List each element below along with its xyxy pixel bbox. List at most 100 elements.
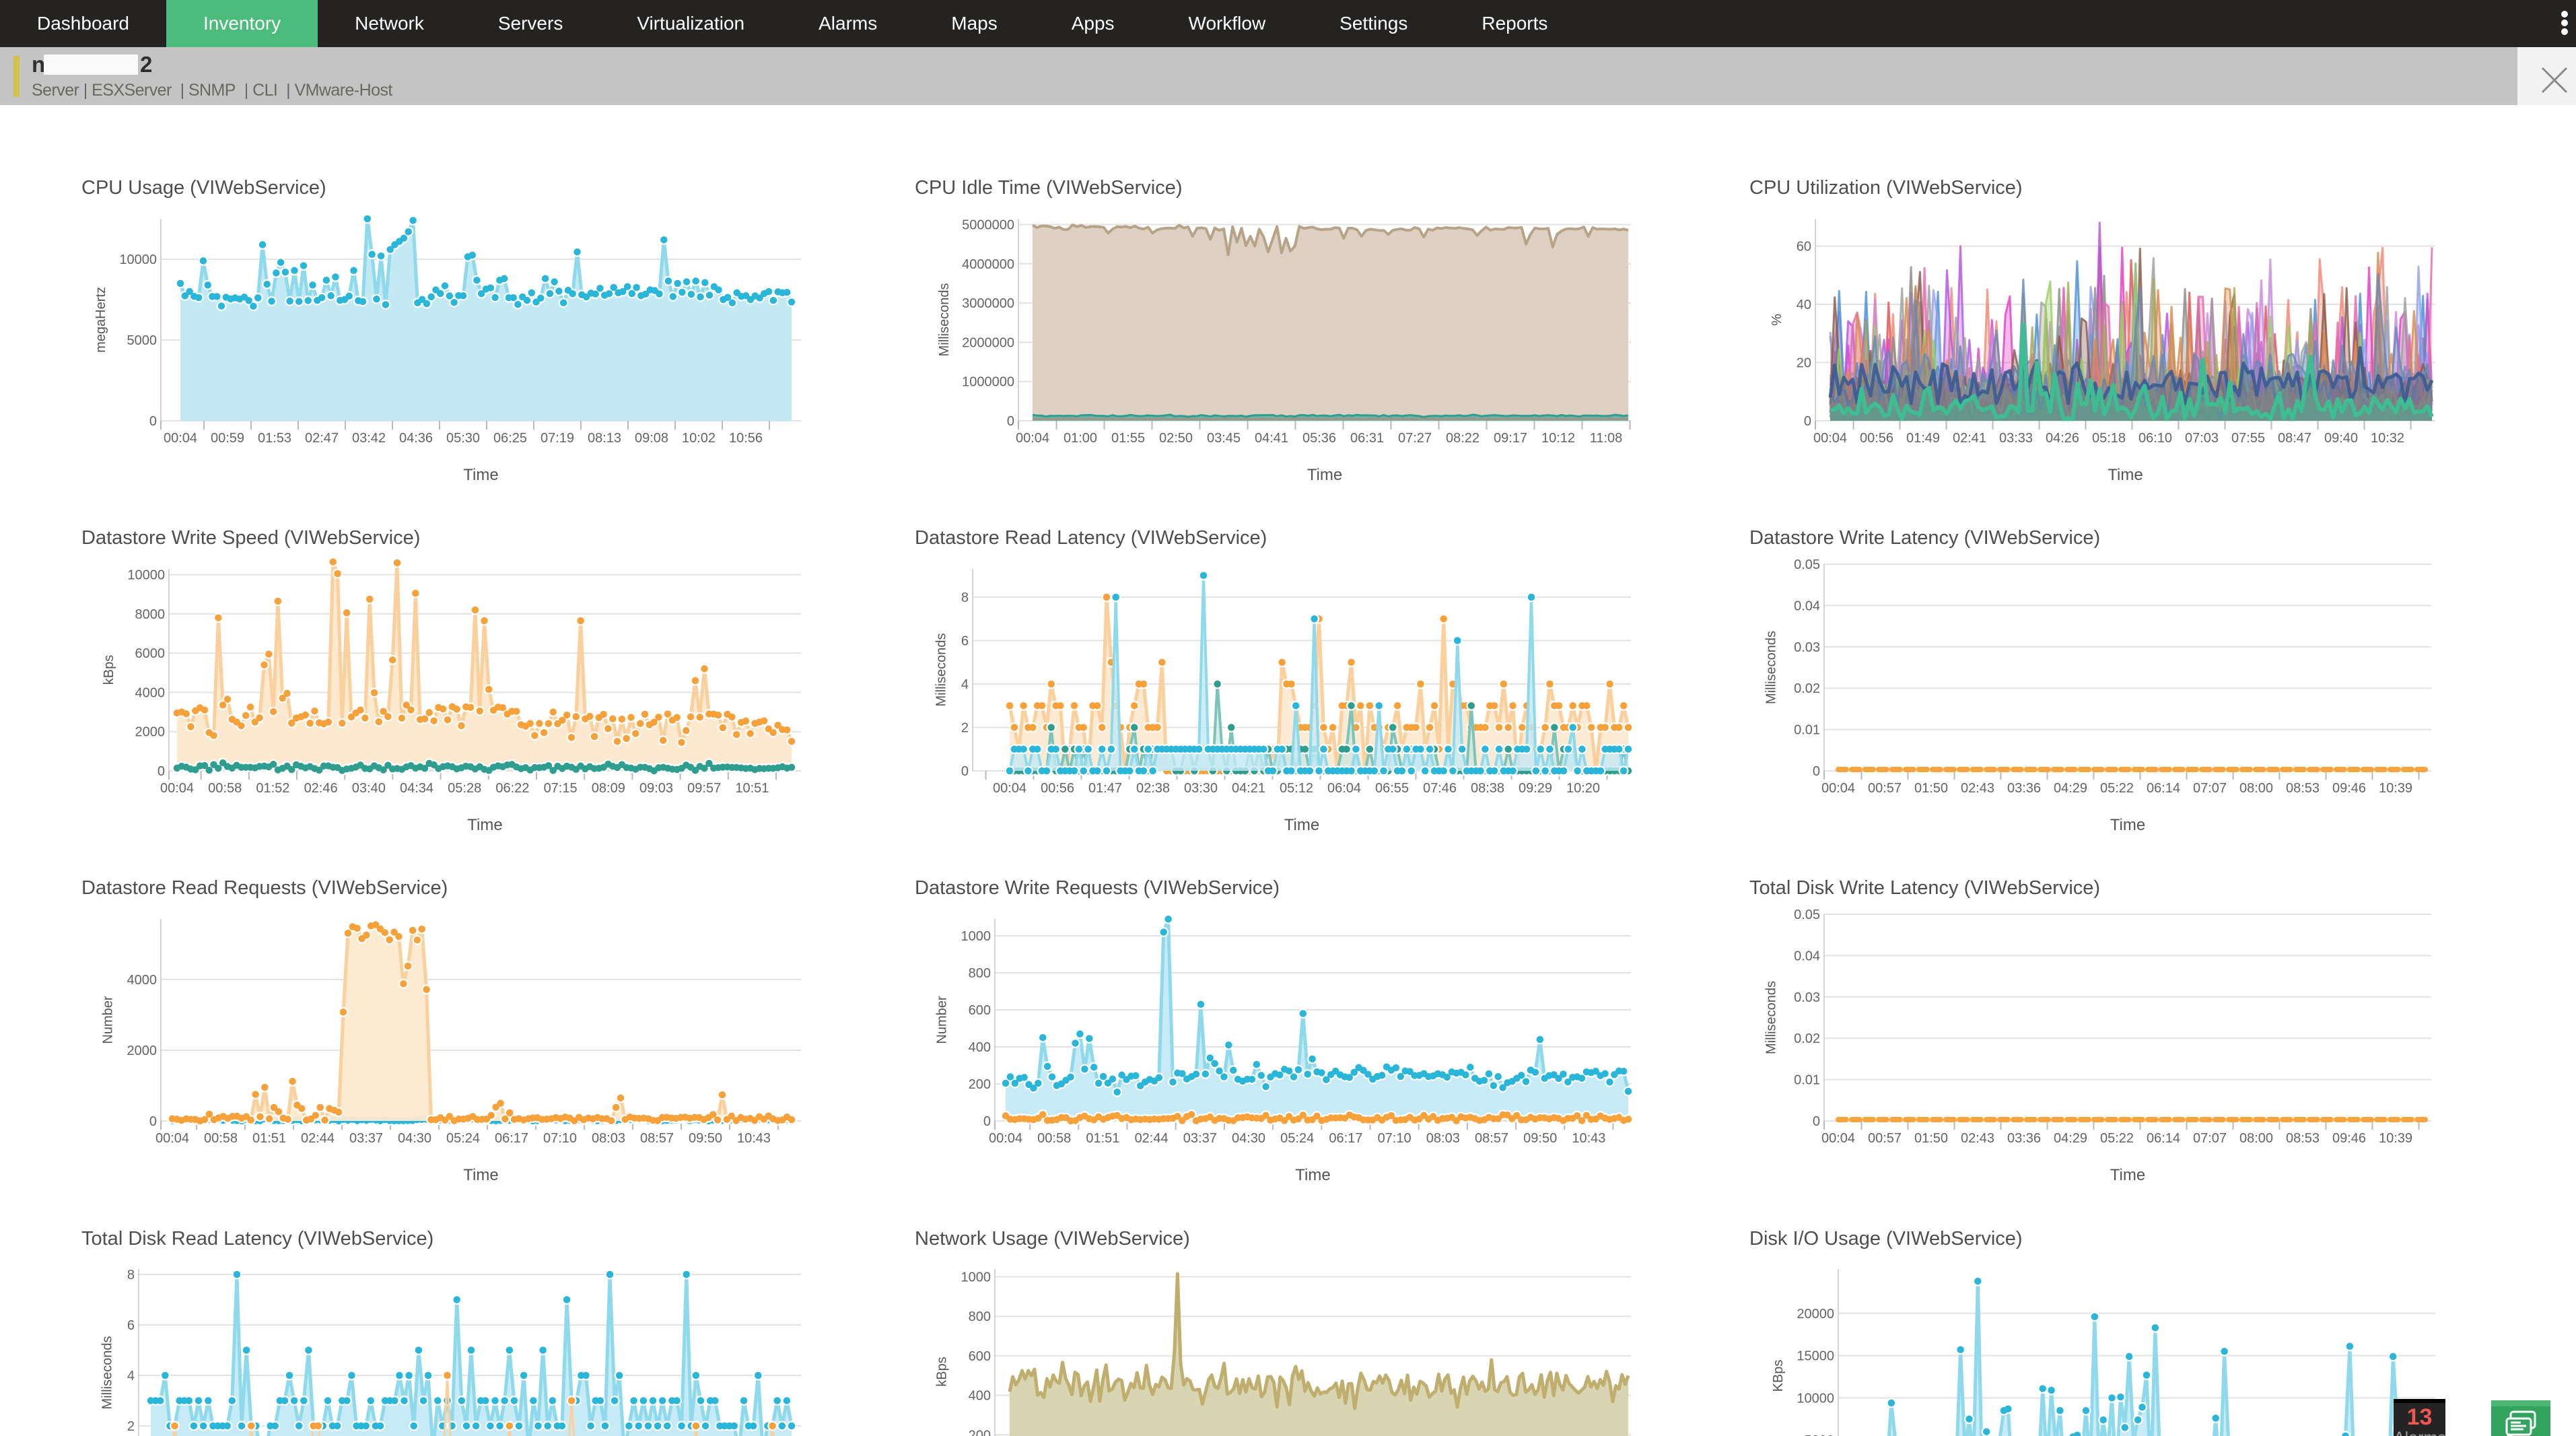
svg-text:05:12: 05:12 [1280,781,1313,796]
svg-text:00:57: 00:57 [1868,781,1902,796]
svg-text:05:30: 05:30 [446,431,480,446]
svg-text:KBps: KBps [1771,1360,1786,1392]
svg-text:Datastore Read Requests (VIWeb: Datastore Read Requests (VIWebService) [81,877,448,899]
svg-text:01:51: 01:51 [252,1131,286,1146]
svg-text:Number: Number [101,996,116,1044]
svg-text:1000: 1000 [961,929,991,944]
svg-text:02:38: 02:38 [1136,781,1170,796]
svg-text:0.05: 0.05 [1794,557,1820,572]
svg-text:Datastore Write Latency (VIWeb: Datastore Write Latency (VIWebService) [1749,527,2100,549]
svg-text:0: 0 [149,1114,157,1129]
svg-text:04:21: 04:21 [1232,781,1265,796]
svg-text:05:36: 05:36 [1302,431,1336,446]
svg-text:08:03: 08:03 [592,1131,625,1146]
svg-text:01:52: 01:52 [256,781,289,796]
svg-text:0: 0 [1813,764,1820,779]
svg-text:10000: 10000 [127,568,165,583]
svg-text:09:29: 09:29 [1519,781,1552,796]
svg-text:15000: 15000 [1797,1349,1834,1364]
svg-text:08:03: 08:03 [1426,1131,1460,1146]
svg-text:02:44: 02:44 [301,1131,335,1146]
svg-text:11:08: 11:08 [1590,431,1623,446]
svg-text:10:02: 10:02 [682,431,716,446]
svg-text:06:55: 06:55 [1375,781,1409,796]
svg-text:06:10: 06:10 [2138,431,2172,446]
svg-text:07:10: 07:10 [543,1131,577,1146]
svg-text:0: 0 [149,414,157,429]
svg-text:Time: Time [1295,1166,1330,1184]
svg-text:08:53: 08:53 [2286,781,2320,796]
svg-text:4000000: 4000000 [962,257,1014,272]
svg-text:Total Disk Write Latency (VIWe: Total Disk Write Latency (VIWebService) [1749,877,2100,899]
svg-text:Milliseconds: Milliseconds [934,634,948,707]
svg-text:6: 6 [127,1318,135,1333]
svg-text:200: 200 [969,1077,991,1092]
svg-text:06:14: 06:14 [2147,1131,2180,1146]
svg-text:40: 40 [1797,298,1811,312]
svg-text:01:50: 01:50 [1914,781,1948,796]
svg-text:00:59: 00:59 [211,431,244,446]
svg-text:2000: 2000 [127,1044,158,1058]
svg-text:09:40: 09:40 [2324,431,2358,446]
svg-text:4: 4 [127,1369,135,1383]
svg-text:20000: 20000 [1797,1307,1834,1322]
svg-text:10:12: 10:12 [1541,431,1575,446]
svg-text:09:50: 09:50 [689,1131,722,1146]
svg-text:09:08: 09:08 [635,431,668,446]
svg-text:06:25: 06:25 [493,431,527,446]
svg-text:08:53: 08:53 [2286,1131,2320,1146]
svg-text:07:46: 07:46 [1423,781,1457,796]
svg-text:03:37: 03:37 [349,1131,383,1146]
svg-text:2: 2 [127,1419,135,1434]
svg-text:0: 0 [983,1114,991,1129]
svg-text:09:17: 09:17 [1494,431,1527,446]
svg-text:10:43: 10:43 [737,1131,771,1146]
svg-text:06:14: 06:14 [2147,781,2180,796]
svg-text:09:57: 09:57 [687,781,721,796]
svg-text:00:04: 00:04 [164,431,197,446]
svg-text:03:36: 03:36 [2007,781,2041,796]
svg-text:01:50: 01:50 [1914,1131,1948,1146]
svg-text:04:34: 04:34 [400,781,433,796]
svg-text:0: 0 [158,764,165,779]
svg-text:06:17: 06:17 [495,1131,528,1146]
svg-text:04:29: 04:29 [2054,1131,2087,1146]
svg-text:4: 4 [961,677,969,692]
svg-text:4000: 4000 [127,973,158,988]
svg-text:08:09: 08:09 [592,781,625,796]
svg-text:%: % [1770,314,1784,326]
svg-text:2000: 2000 [135,725,166,740]
svg-text:Datastore Write Speed (VIWebSe: Datastore Write Speed (VIWebService) [81,527,420,549]
svg-text:07:15: 07:15 [544,781,578,796]
svg-text:00:57: 00:57 [1868,1131,1902,1146]
svg-text:00:04: 00:04 [993,781,1026,796]
svg-text:10:39: 10:39 [2379,1131,2412,1146]
svg-text:5000: 5000 [127,333,158,348]
svg-text:8: 8 [961,590,969,605]
svg-text:03:40: 03:40 [352,781,386,796]
svg-text:09:03: 09:03 [639,781,673,796]
svg-text:02:43: 02:43 [1961,781,1994,796]
svg-text:05:22: 05:22 [2100,781,2134,796]
svg-text:400: 400 [969,1389,991,1404]
svg-text:00:58: 00:58 [1037,1131,1071,1146]
svg-text:01:53: 01:53 [258,431,291,446]
svg-text:02:43: 02:43 [1961,1131,1994,1146]
svg-text:06:22: 06:22 [495,781,529,796]
svg-text:05:28: 05:28 [448,781,481,796]
svg-text:0.02: 0.02 [1794,681,1820,696]
svg-text:0.04: 0.04 [1794,599,1820,613]
svg-text:00:04: 00:04 [1821,1131,1855,1146]
svg-text:00:56: 00:56 [1860,431,1893,446]
svg-text:03:42: 03:42 [352,431,386,446]
svg-text:CPU Utilization (VIWebService): CPU Utilization (VIWebService) [1749,177,2023,199]
svg-text:08:47: 08:47 [2278,431,2311,446]
svg-text:00:04: 00:04 [989,1131,1022,1146]
svg-text:Network Usage (VIWebService): Network Usage (VIWebService) [915,1228,1190,1250]
svg-text:07:03: 07:03 [2185,431,2219,446]
svg-text:0.01: 0.01 [1794,723,1820,738]
svg-text:10000: 10000 [1797,1391,1834,1406]
svg-text:3000000: 3000000 [962,296,1014,311]
svg-text:00:58: 00:58 [208,781,242,796]
svg-text:Time: Time [1284,816,1319,834]
